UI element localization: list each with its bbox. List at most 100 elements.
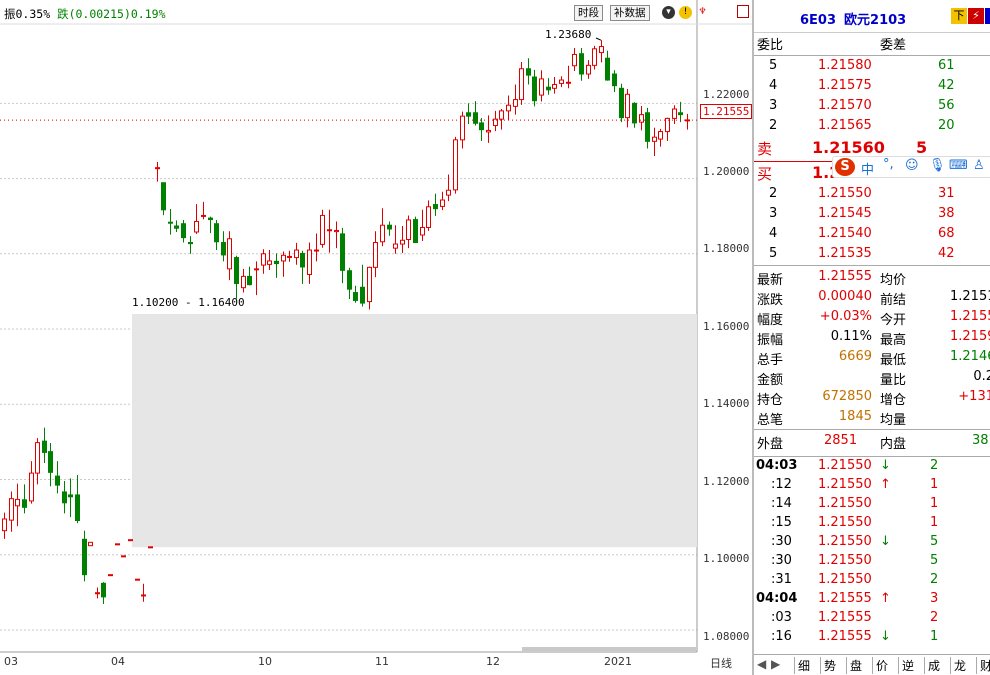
tick-volume: 1 (930, 515, 939, 530)
supplement-data-button[interactable]: 补数据 (610, 5, 650, 21)
tick-time: :12 (771, 477, 792, 492)
stat-label: 增仓 (880, 393, 907, 408)
settings-icon[interactable]: ▾ (662, 6, 675, 19)
candle (440, 191, 445, 211)
bid-row[interactable]: 5 1.21535 42 (754, 246, 990, 266)
candle (665, 117, 670, 141)
candle (108, 574, 113, 577)
panel-tab[interactable]: 价 (872, 657, 888, 674)
peak-leader-line (595, 37, 602, 41)
contract-name: 欧元2103 (844, 13, 907, 28)
peak-annotation: 1.23680 (545, 28, 592, 41)
stats-row: 幅度 +0.03% 今开 1.2155 (754, 309, 990, 329)
panel-tab[interactable]: 财 (976, 657, 990, 674)
stat-value: 0.2 (973, 369, 990, 384)
candle (287, 250, 292, 262)
candle (254, 261, 259, 296)
stat-value: 1845 (838, 409, 872, 424)
panel-tab[interactable]: 成 (924, 657, 940, 674)
restore-window-icon[interactable] (737, 5, 749, 18)
microphone-icon[interactable]: 🎙 (929, 158, 946, 173)
candle (559, 76, 564, 88)
candle-body (353, 292, 358, 301)
fall-percent: 0.19% (130, 7, 166, 21)
ask-row[interactable]: 2 1.21565 20 (754, 118, 990, 138)
stats-row: 总手 6669 最低 1.2146 (754, 349, 990, 369)
tick-row: 04:04 1.21555 ↑ 3 (754, 591, 990, 611)
kline-chart-area[interactable]: 振0.35% 跌(0.00215)0.19% 时段 补数据 ▾ ! ♆ 1.23… (0, 0, 753, 675)
keyboard-icon[interactable]: ⌨ (949, 158, 968, 173)
sogou-icon[interactable]: S (835, 158, 855, 176)
y-tick-label: 1.10000 (703, 552, 750, 565)
candle (685, 113, 690, 130)
tick-price: 1.21550 (818, 496, 872, 511)
candle-body (9, 498, 14, 521)
candle-body (639, 114, 644, 123)
candle-body (632, 102, 637, 124)
candle-body (281, 254, 286, 262)
down-badge[interactable]: 下 (951, 8, 967, 24)
candle (546, 78, 551, 95)
timeshare-button[interactable]: 时段 (574, 5, 603, 21)
stat-label: 今开 (880, 313, 907, 328)
candle-body (658, 131, 663, 140)
candle-body (360, 286, 365, 304)
panel-tab[interactable]: 盘 (846, 657, 862, 674)
candle-body (605, 57, 610, 81)
ask-row[interactable]: 3 1.21570 56 (754, 98, 990, 118)
candle (55, 461, 60, 494)
candle (586, 60, 591, 79)
ime-toolbar[interactable]: S 中 °, ☺ 🎙 ⌨ ♙ (832, 156, 990, 178)
ask-row[interactable]: 5 1.21580 61 (754, 58, 990, 78)
outer-label: 外盘 (757, 437, 784, 452)
bid-row[interactable]: 3 1.21545 38 (754, 206, 990, 226)
candle (261, 249, 266, 274)
tick-row: :14 1.21550 1 (754, 496, 990, 516)
stat-value: +0.03% (819, 309, 872, 324)
panel-tab[interactable]: 逆 (898, 657, 914, 674)
tab-prev-icon[interactable]: ◀ (757, 657, 766, 671)
panel-edge-icon[interactable] (985, 8, 990, 24)
candle-body (572, 53, 577, 67)
candle-body (88, 541, 93, 547)
kline-chart[interactable] (0, 0, 752, 675)
candle (9, 491, 14, 532)
bid-row[interactable]: 4 1.21540 68 (754, 226, 990, 246)
emoji-icon[interactable]: ☺ (905, 158, 919, 173)
candle-body (446, 189, 451, 196)
y-tick-label: 1.20000 (703, 165, 750, 178)
fall-label: 跌 (57, 7, 69, 21)
lightning-icon[interactable]: ⚡ (968, 8, 984, 24)
divider (754, 265, 990, 266)
tick-price: 1.21550 (818, 515, 872, 530)
stat-value: +131 (958, 389, 990, 404)
tab-next-icon[interactable]: ▶ (771, 657, 780, 671)
candle-body (174, 225, 179, 229)
punctuation-icon[interactable]: °, (883, 157, 894, 172)
candle-body (678, 112, 683, 116)
bid-volume: 31 (938, 186, 955, 201)
tick-time: :14 (771, 496, 792, 511)
candle-body (513, 99, 518, 107)
candle (241, 268, 246, 293)
period-label[interactable]: 日线 (710, 655, 732, 671)
user-icon[interactable]: ♙ (973, 158, 985, 173)
panel-tab[interactable]: 龙 (950, 657, 966, 674)
candle (433, 193, 438, 216)
gap-band (132, 313, 697, 548)
ask-row[interactable]: 4 1.21575 42 (754, 78, 990, 98)
warning-icon[interactable]: ! (679, 6, 692, 19)
candle-body (208, 217, 213, 221)
stat-label: 最新 (757, 273, 784, 288)
candle-body (566, 81, 571, 84)
stat-value: 1.2155 (950, 309, 990, 324)
panel-tab[interactable]: 势 (820, 657, 836, 674)
ime-chinese-mode[interactable]: 中 (861, 159, 874, 178)
bid-row[interactable]: 2 1.21550 31 (754, 186, 990, 206)
alert-icon[interactable]: ♆ (696, 6, 709, 19)
tick-volume: 5 (930, 534, 939, 549)
tick-price: 1.21555 (818, 610, 872, 625)
panel-tab[interactable]: 细 (794, 657, 810, 674)
candle (420, 209, 425, 242)
candle (115, 543, 120, 546)
